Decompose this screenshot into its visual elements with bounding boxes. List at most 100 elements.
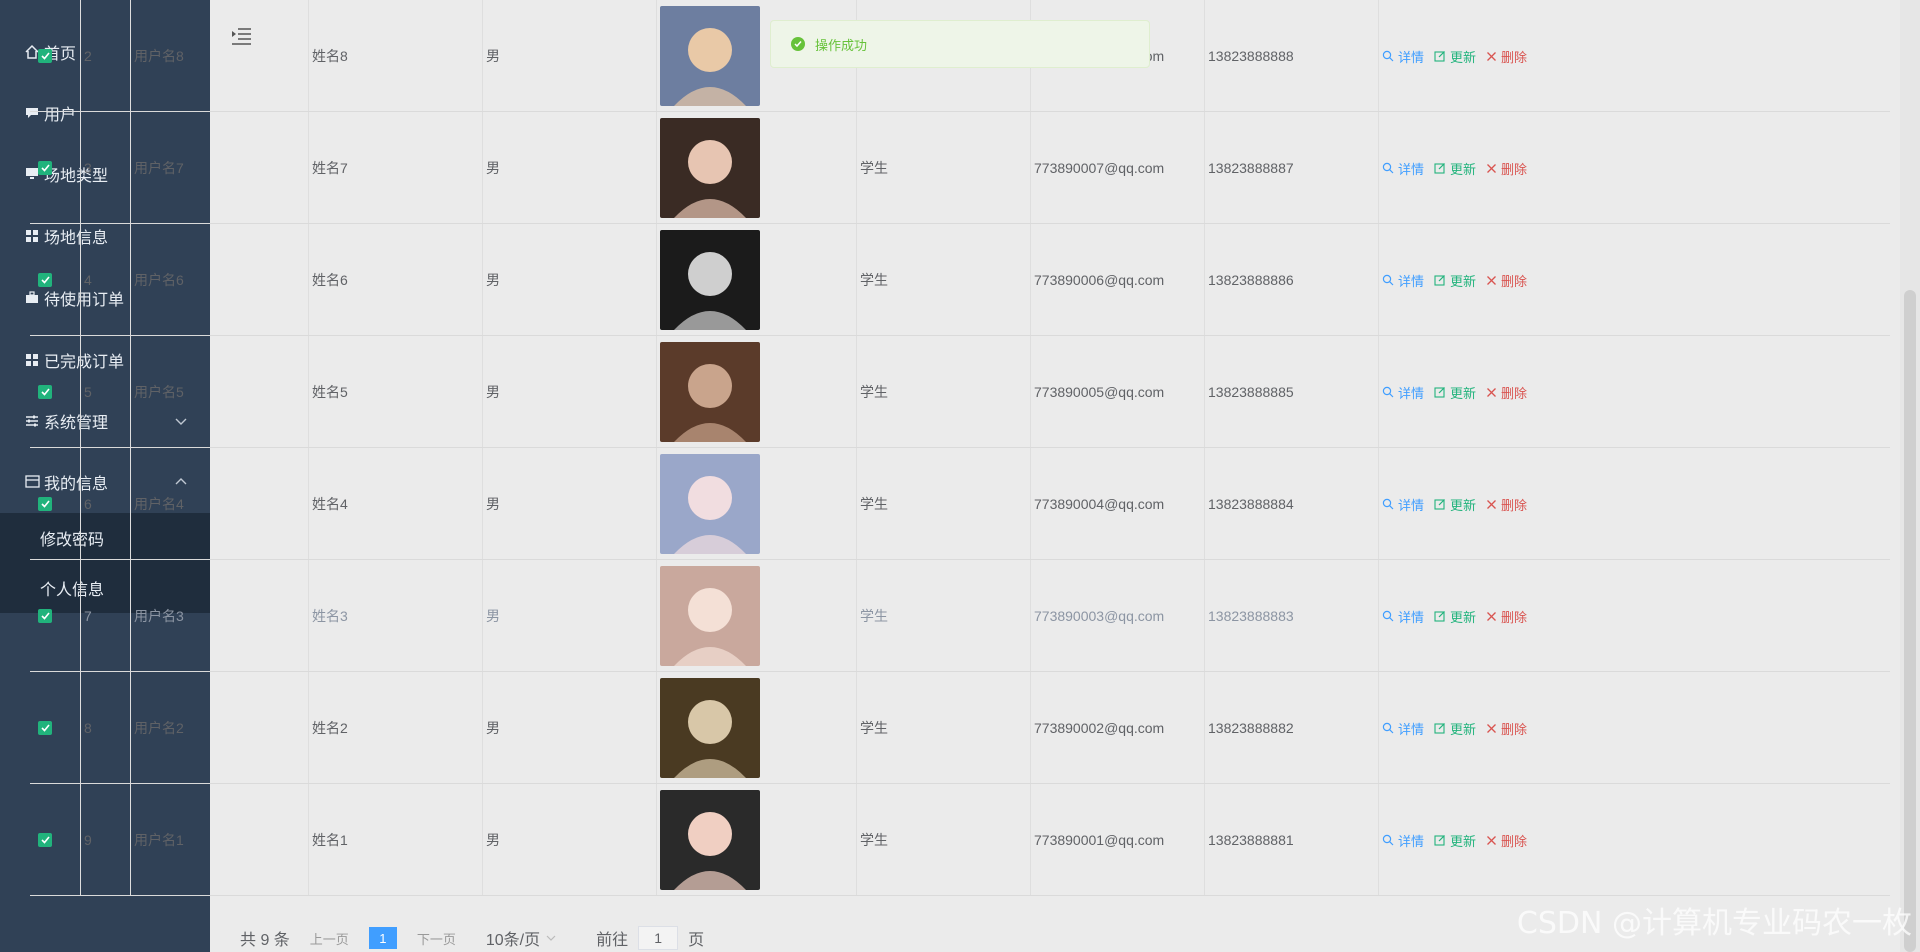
update-button[interactable]: 更新 <box>1434 495 1476 514</box>
edit-icon <box>1434 835 1445 846</box>
row-checkbox[interactable] <box>38 609 52 623</box>
cell-phone: 13823888881 <box>1208 832 1294 848</box>
search-icon <box>1382 610 1394 622</box>
detail-button[interactable]: 详情 <box>1382 383 1424 402</box>
delete-button[interactable]: 删除 <box>1486 719 1527 738</box>
detail-button[interactable]: 详情 <box>1382 159 1424 178</box>
check-icon <box>40 388 50 396</box>
column-divider <box>130 336 131 447</box>
search-icon <box>1382 834 1394 846</box>
update-button[interactable]: 更新 <box>1434 831 1476 850</box>
update-button[interactable]: 更新 <box>1434 47 1476 66</box>
detail-label: 详情 <box>1398 161 1425 177</box>
row-checkbox[interactable] <box>38 273 52 287</box>
watermark: CSDN @计算机专业码农一枚 <box>1516 906 1912 941</box>
edit-icon <box>1434 499 1445 510</box>
column-divider <box>1030 224 1031 335</box>
row-actions: 详情 更新 删除 <box>1382 560 1668 672</box>
row-checkbox[interactable] <box>38 721 52 735</box>
edit-icon <box>1434 611 1445 622</box>
page-size-select[interactable]: 10条/页 <box>486 926 556 950</box>
column-divider <box>656 336 657 447</box>
avatar-cell <box>660 112 856 224</box>
update-button[interactable]: 更新 <box>1434 607 1476 626</box>
detail-button[interactable]: 详情 <box>1382 719 1424 738</box>
pagination-prev[interactable]: 上一页 <box>310 929 349 948</box>
edit-icon <box>1434 51 1445 62</box>
delete-button[interactable]: 删除 <box>1486 159 1527 178</box>
cell-gender: 男 <box>486 832 500 848</box>
column-divider <box>482 224 483 335</box>
pagination-page-1[interactable]: 1 <box>368 927 397 949</box>
column-divider <box>482 784 483 895</box>
delete-label: 删除 <box>1501 721 1528 737</box>
goto-prefix: 前往 <box>596 932 629 949</box>
column-divider <box>482 560 483 671</box>
column-divider <box>1378 336 1379 447</box>
row-actions: 详情 更新 删除 <box>1382 336 1668 448</box>
row-checkbox[interactable] <box>38 833 52 847</box>
column-divider <box>1030 112 1031 223</box>
column-divider <box>308 112 309 223</box>
cell-email: 773890003@qq.com <box>1034 608 1165 624</box>
row-checkbox[interactable] <box>38 161 52 175</box>
column-divider <box>308 560 309 671</box>
delete-label: 删除 <box>1501 497 1528 513</box>
update-label: 更新 <box>1450 385 1477 401</box>
cell-phone: 13823888884 <box>1208 496 1294 512</box>
delete-button[interactable]: 删除 <box>1486 607 1527 626</box>
update-button[interactable]: 更新 <box>1434 271 1476 290</box>
detail-button[interactable]: 详情 <box>1382 495 1424 514</box>
delete-label: 删除 <box>1501 385 1528 401</box>
column-divider <box>80 224 81 335</box>
column-divider <box>1030 672 1031 783</box>
table-row: 9 用户名1 姓名1 男 学生 773890001@qq.com 13823888881 详情… <box>30 784 1890 896</box>
update-button[interactable]: 更新 <box>1434 719 1476 738</box>
vertical-scrollbar[interactable] <box>1900 0 1920 952</box>
row-checkbox-cell <box>38 448 84 560</box>
delete-button[interactable]: 删除 <box>1486 271 1527 290</box>
row-checkbox[interactable] <box>38 49 52 63</box>
delete-button[interactable]: 删除 <box>1486 831 1527 850</box>
cell-gender: 男 <box>486 160 500 176</box>
scrollbar-thumb[interactable] <box>1904 290 1916 952</box>
row-checkbox[interactable] <box>38 497 52 511</box>
column-divider <box>308 0 309 111</box>
detail-button[interactable]: 详情 <box>1382 47 1424 66</box>
delete-label: 删除 <box>1501 609 1528 625</box>
detail-button[interactable]: 详情 <box>1382 831 1424 850</box>
pagination-next[interactable]: 下一页 <box>417 929 456 948</box>
row-checkbox[interactable] <box>38 385 52 399</box>
delete-button[interactable]: 删除 <box>1486 47 1527 66</box>
avatar <box>660 678 760 778</box>
delete-button[interactable]: 删除 <box>1486 383 1527 402</box>
check-icon <box>40 52 50 60</box>
avatar-cell <box>660 224 856 336</box>
close-icon <box>1487 835 1496 845</box>
search-icon <box>1382 498 1394 510</box>
detail-button[interactable]: 详情 <box>1382 271 1424 290</box>
pagination-total: 共 9 条 <box>240 932 290 949</box>
delete-button[interactable]: 删除 <box>1486 495 1527 514</box>
column-divider <box>656 112 657 223</box>
update-button[interactable]: 更新 <box>1434 159 1476 178</box>
row-checkbox-cell <box>38 224 84 336</box>
close-icon <box>1487 611 1496 621</box>
cell-name: 姓名4 <box>312 496 348 512</box>
update-button[interactable]: 更新 <box>1434 383 1476 402</box>
check-icon <box>40 164 50 172</box>
check-icon <box>40 724 50 732</box>
column-divider <box>308 784 309 895</box>
cell-index: 7 <box>84 608 92 624</box>
column-divider <box>1204 224 1205 335</box>
goto-page-input[interactable] <box>638 926 679 950</box>
cell-gender: 男 <box>486 720 500 736</box>
table-row: 4 用户名6 姓名6 男 学生 773890006@qq.com 13823888886 详情… <box>30 224 1890 336</box>
cell-index: 8 <box>84 720 92 736</box>
column-divider <box>1204 672 1205 783</box>
table-row: 7 用户名3 姓名3 男 学生 773890003@qq.com 13823888883 详情… <box>30 560 1890 672</box>
column-divider <box>80 448 81 559</box>
detail-button[interactable]: 详情 <box>1382 607 1424 626</box>
cell-role: 学生 <box>860 160 888 176</box>
edit-icon <box>1434 275 1445 286</box>
